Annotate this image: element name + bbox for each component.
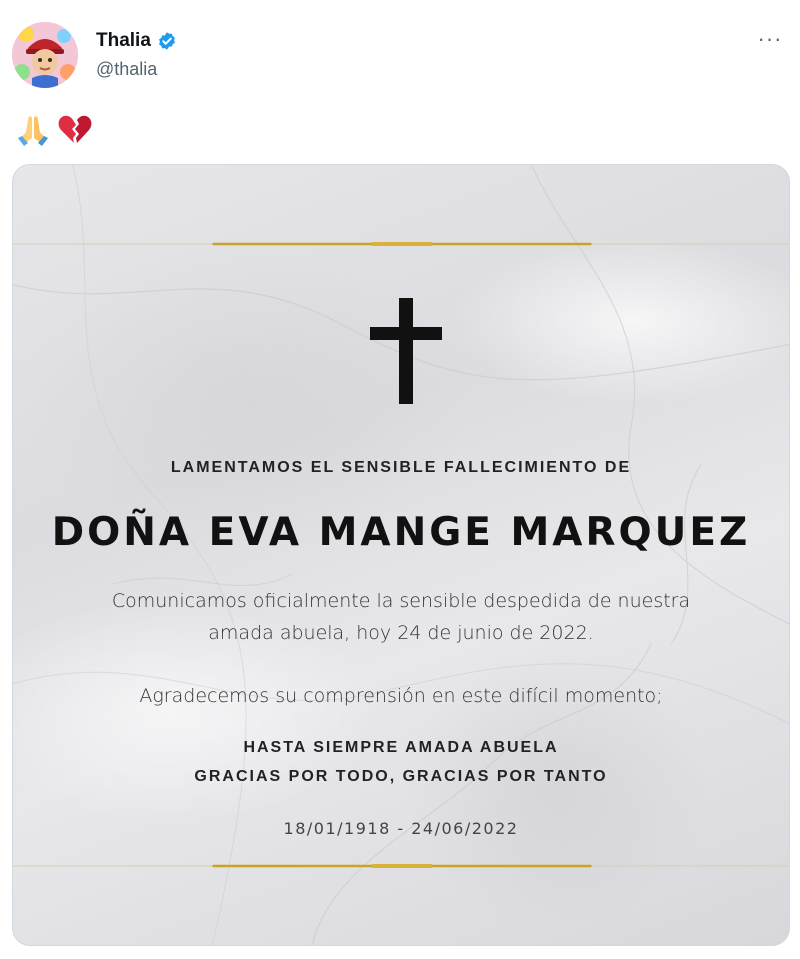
card-deceased-name: DOÑA EVA MANGE MARQUEZ [51, 510, 751, 555]
media-card-image[interactable]: LAMENTAMOS EL SENSIBLE FALLECIMIENTO DE … [12, 164, 790, 946]
tweet-text [14, 110, 94, 148]
card-body-line-1: Comunicamos oficialmente la sensible des… [111, 590, 691, 612]
card-body-line-3: Agradecemos su comprensión en este difíc… [139, 685, 663, 707]
card-body-line-2: amada abuela, hoy 24 de junio de 2022. [208, 622, 594, 644]
card-dates: 18/01/1918 - 24/06/2022 [283, 819, 519, 838]
card-lead-line: LAMENTAMOS EL SENSIBLE FALLECIMIENTO DE [170, 459, 632, 476]
more-icon: ··· [757, 26, 783, 51]
folded-hands-icon [14, 110, 52, 148]
cross-icon [370, 298, 442, 404]
tweet: Thalia @thalia ··· LAMENTAMOS EL SENSIBL… [0, 0, 800, 959]
verified-badge-icon [157, 31, 177, 51]
gold-divider-top [13, 242, 789, 246]
broken-heart-icon [56, 110, 94, 148]
gold-divider-bottom [13, 864, 789, 868]
author-handle[interactable]: @thalia [96, 59, 157, 80]
more-options-button[interactable]: ··· [752, 24, 788, 54]
avatar-photo-icon [12, 22, 78, 88]
card-closing-line-2: GRACIAS POR TODO, GRACIAS POR TANTO [194, 768, 608, 785]
author-name-row[interactable]: Thalia [96, 30, 177, 52]
author-display-name[interactable]: Thalia [96, 30, 151, 52]
card-closing-line-1: HASTA SIEMPRE AMADA ABUELA [243, 739, 559, 756]
avatar[interactable] [12, 22, 78, 88]
